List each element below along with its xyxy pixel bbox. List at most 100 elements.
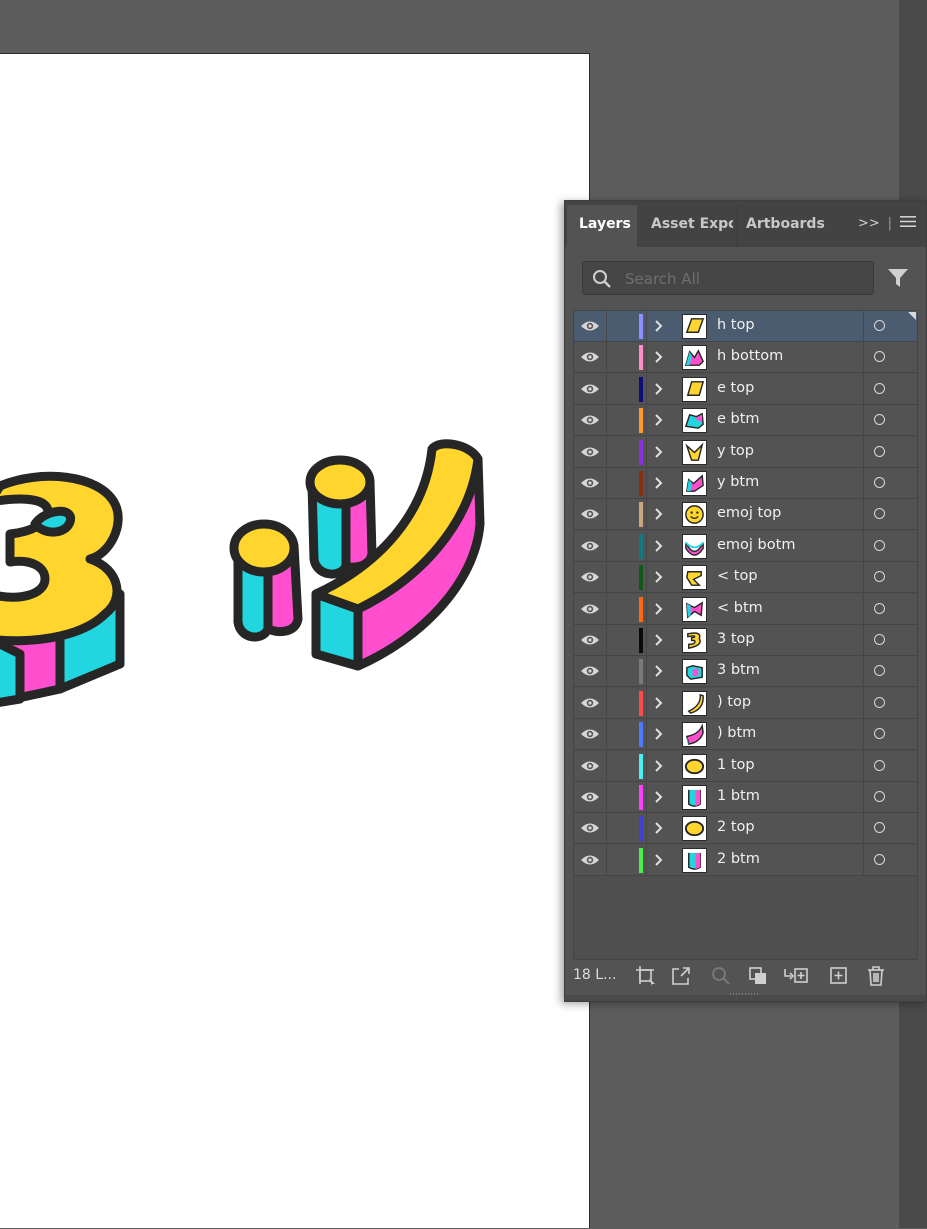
- layer-row[interactable]: 1 top: [574, 750, 917, 782]
- lock-column[interactable]: [606, 562, 607, 593]
- visibility-eye-icon[interactable]: [580, 412, 600, 428]
- visibility-eye-icon[interactable]: [580, 758, 600, 774]
- lock-column[interactable]: [606, 405, 607, 436]
- layer-row[interactable]: ) top: [574, 687, 917, 719]
- chevron-right-icon[interactable]: [652, 444, 666, 464]
- layer-name[interactable]: h bottom: [717, 348, 783, 364]
- target-circle-icon[interactable]: [874, 445, 885, 457]
- visibility-eye-icon[interactable]: [580, 506, 600, 522]
- collect-for-export-icon[interactable]: [635, 965, 657, 991]
- lock-column[interactable]: [606, 625, 607, 655]
- chevron-right-icon[interactable]: [652, 695, 666, 715]
- panel-overflow-button[interactable]: >>: [858, 216, 880, 231]
- visibility-eye-icon[interactable]: [580, 538, 600, 554]
- trash-icon[interactable]: [865, 965, 887, 991]
- layer-row[interactable]: e btm: [574, 405, 917, 437]
- lock-column[interactable]: [606, 782, 607, 812]
- visibility-eye-icon[interactable]: [580, 444, 600, 460]
- selection-indicator-icon[interactable]: [908, 312, 916, 320]
- clipping-mask-icon[interactable]: [747, 965, 769, 991]
- visibility-eye-icon[interactable]: [580, 318, 600, 334]
- lock-column[interactable]: [606, 844, 607, 875]
- chevron-right-icon[interactable]: [652, 632, 666, 652]
- layer-row[interactable]: 1 btm: [574, 782, 917, 813]
- visibility-eye-icon[interactable]: [580, 726, 600, 742]
- chevron-right-icon[interactable]: [652, 381, 666, 401]
- visibility-eye-icon[interactable]: [580, 381, 600, 397]
- visibility-eye-icon[interactable]: [580, 695, 600, 711]
- target-circle-icon[interactable]: [874, 382, 885, 394]
- lock-column[interactable]: [606, 750, 607, 781]
- layer-name[interactable]: 2 top: [717, 819, 755, 835]
- lock-column[interactable]: [606, 813, 607, 844]
- chevron-right-icon[interactable]: [652, 569, 666, 589]
- layer-row[interactable]: 2 top: [574, 813, 917, 845]
- layer-row[interactable]: y top: [574, 436, 917, 468]
- layer-name[interactable]: y top: [717, 443, 754, 459]
- target-circle-icon[interactable]: [874, 822, 885, 834]
- layer-name[interactable]: 1 btm: [717, 788, 760, 804]
- tab-asset-export[interactable]: Asset Expor: [643, 205, 733, 247]
- layer-row[interactable]: e top: [574, 373, 917, 405]
- layer-name[interactable]: e btm: [717, 411, 760, 427]
- target-circle-icon[interactable]: [874, 791, 885, 802]
- target-circle-icon[interactable]: [874, 696, 885, 708]
- visibility-eye-icon[interactable]: [580, 349, 600, 365]
- lock-column[interactable]: [606, 719, 607, 750]
- layer-name[interactable]: 3 top: [717, 631, 755, 647]
- layer-name[interactable]: 2 btm: [717, 851, 760, 867]
- lock-column[interactable]: [606, 499, 607, 530]
- chevron-right-icon[interactable]: [652, 475, 666, 495]
- target-circle-icon[interactable]: [874, 571, 885, 583]
- lock-column[interactable]: [606, 311, 607, 341]
- layer-name[interactable]: < top: [717, 568, 758, 584]
- layer-row[interactable]: 3 btm: [574, 656, 917, 688]
- target-circle-icon[interactable]: [874, 665, 885, 677]
- layer-name[interactable]: h top: [717, 317, 755, 333]
- visibility-eye-icon[interactable]: [580, 569, 600, 585]
- lock-column[interactable]: [606, 593, 607, 624]
- chevron-right-icon[interactable]: [652, 412, 666, 432]
- visibility-eye-icon[interactable]: [580, 820, 600, 836]
- chevron-right-icon[interactable]: [652, 538, 666, 558]
- chevron-right-icon[interactable]: [652, 601, 666, 621]
- chevron-right-icon[interactable]: [652, 506, 666, 526]
- visibility-eye-icon[interactable]: [580, 632, 600, 648]
- layer-row[interactable]: h top: [574, 311, 917, 342]
- new-layer-icon[interactable]: [828, 965, 850, 991]
- target-circle-icon[interactable]: [874, 320, 885, 331]
- visibility-eye-icon[interactable]: [580, 663, 600, 679]
- layer-name[interactable]: ) btm: [717, 725, 756, 741]
- layer-row[interactable]: ) btm: [574, 719, 917, 751]
- visibility-eye-icon[interactable]: [580, 601, 600, 617]
- visibility-eye-icon[interactable]: [580, 852, 600, 868]
- chevron-right-icon[interactable]: [652, 318, 666, 338]
- filter-icon[interactable]: [887, 267, 909, 293]
- panel-menu-icon[interactable]: [900, 215, 916, 232]
- layer-name[interactable]: < btm: [717, 600, 763, 616]
- visibility-eye-icon[interactable]: [580, 789, 600, 805]
- lock-column[interactable]: [606, 530, 607, 561]
- chevron-right-icon[interactable]: [652, 789, 666, 809]
- chevron-right-icon[interactable]: [652, 852, 666, 872]
- target-circle-icon[interactable]: [874, 602, 885, 614]
- layer-row[interactable]: emoj top: [574, 499, 917, 531]
- target-circle-icon[interactable]: [874, 759, 885, 771]
- tab-artboards[interactable]: Artboards: [737, 205, 829, 247]
- layer-name[interactable]: ) top: [717, 694, 751, 710]
- layer-name[interactable]: 3 btm: [717, 662, 760, 678]
- lock-column[interactable]: [606, 468, 607, 498]
- lock-column[interactable]: [606, 342, 607, 373]
- target-circle-icon[interactable]: [874, 477, 885, 488]
- chevron-right-icon[interactable]: [652, 758, 666, 778]
- layer-name[interactable]: y btm: [717, 474, 759, 490]
- target-circle-icon[interactable]: [874, 853, 885, 865]
- layer-row[interactable]: emoj botm: [574, 530, 917, 562]
- layer-row[interactable]: 2 btm: [574, 844, 917, 876]
- chevron-right-icon[interactable]: [652, 663, 666, 683]
- locate-object-icon[interactable]: [710, 965, 732, 991]
- layer-search-field[interactable]: Search All: [582, 261, 874, 295]
- layer-row[interactable]: 3 top: [574, 625, 917, 656]
- target-circle-icon[interactable]: [874, 508, 885, 520]
- layer-name[interactable]: e top: [717, 380, 754, 396]
